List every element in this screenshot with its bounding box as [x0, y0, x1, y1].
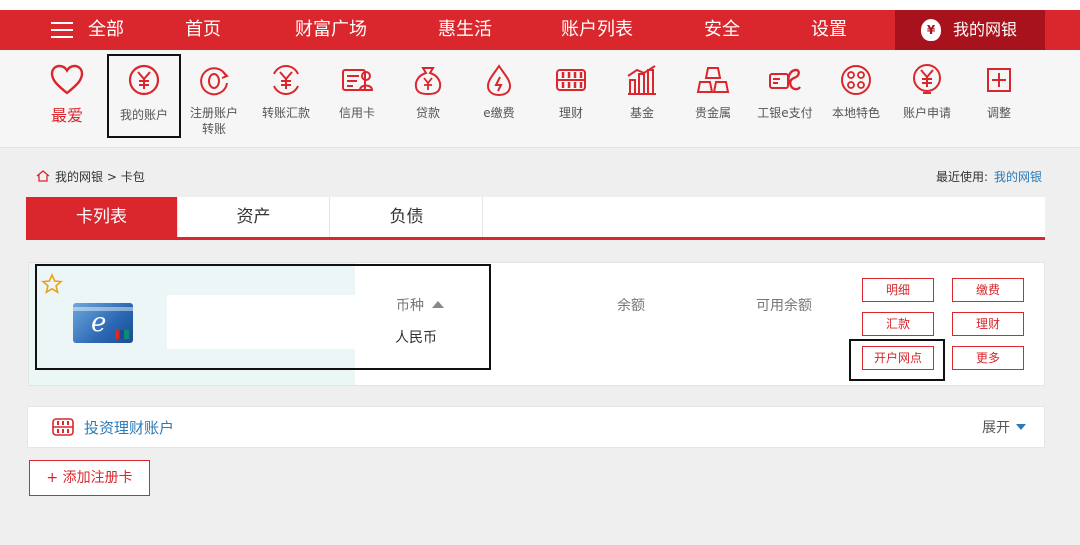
abacus-icon [52, 418, 74, 436]
highlight-branch-button [849, 339, 945, 381]
plus-box-icon [987, 68, 1011, 92]
nav-life[interactable]: 惠生活 [438, 18, 492, 42]
nav-security[interactable]: 安全 [704, 18, 740, 42]
recently-used-link[interactable]: 我的网银 [994, 170, 1042, 184]
card-tabs: 卡列表 资产 负债 [26, 197, 1045, 240]
tab-assets[interactable]: 资产 [178, 197, 330, 237]
nav-settings[interactable]: 设置 [811, 18, 847, 42]
breadcrumb-current: 卡包 [120, 170, 145, 184]
iconbar-item-loan[interactable]: 贷款 [392, 50, 464, 148]
investment-account-title[interactable]: 投资理财账户 [84, 418, 174, 438]
credit-card-icon [342, 69, 374, 91]
abacus-icon [556, 69, 586, 91]
chevron-down-icon [1016, 424, 1026, 430]
details-button[interactable]: 明细 [862, 278, 934, 302]
iconbar-item-credit-card[interactable]: 信用卡 [321, 50, 393, 148]
available-balance-header: 可用余额 [756, 298, 812, 314]
wealth-button[interactable]: 理财 [952, 312, 1024, 336]
iconbar-item-icbc-epay[interactable]: 工银e支付 [749, 50, 821, 148]
yen-apply-icon [913, 64, 941, 94]
more-button[interactable]: 更多 [952, 346, 1024, 370]
iconbar-item-account-apply[interactable]: 账户申请 [891, 50, 963, 148]
iconbar-item-local-features[interactable]: 本地特色 [820, 50, 892, 148]
bar-chart-icon [627, 65, 656, 95]
heart-icon [50, 64, 84, 95]
iconbar-label-2: 转账 [201, 122, 226, 136]
my-ebank-label: 我的网银 [953, 20, 1018, 39]
refresh-coin-icon [200, 67, 229, 96]
iconbar-item-transfer-remit[interactable]: 转账汇款 [250, 50, 322, 148]
add-card-button[interactable]: + 添加注册卡 [29, 460, 150, 496]
nav-home[interactable]: 首页 [185, 18, 221, 42]
remit-button[interactable]: 汇款 [862, 312, 934, 336]
menu-icon[interactable] [51, 22, 73, 40]
iconbar-item-precious-metal[interactable]: 贵金属 [677, 50, 749, 148]
nav-all[interactable]: 全部 [88, 18, 124, 42]
top-nav: 全部 首页 财富广场 惠生活 账户列表 安全 设置 我的网银 [0, 0, 1080, 50]
gold-bars-icon [696, 67, 730, 93]
expand-toggle[interactable]: 展开 [982, 418, 1026, 438]
breadcrumb-separator: > [106, 170, 117, 184]
iconbar-label: 调整 [986, 106, 1011, 120]
recently-used: 最近使用: 我的网银 [936, 169, 1042, 185]
money-bag-icon [921, 19, 941, 41]
iconbar-item-fund[interactable]: 基金 [606, 50, 678, 148]
epay-icon [769, 68, 801, 91]
pay-bills-button[interactable]: 缴费 [952, 278, 1024, 302]
tab-liabilities[interactable]: 负债 [331, 197, 483, 237]
iconbar-item-adjust[interactable]: 调整 [963, 50, 1035, 148]
yen-circle-icon [128, 64, 160, 96]
local-dots-icon [841, 65, 871, 95]
investment-account-row[interactable]: 投资理财账户 展开 [27, 406, 1045, 448]
highlight-card-region [35, 264, 491, 370]
breadcrumb: 我的网银 > 卡包 [36, 169, 145, 185]
water-drop-icon [486, 64, 512, 97]
balance-header: 余额 [617, 298, 645, 314]
iconbar-item-favorites[interactable]: 最爱 [31, 50, 103, 148]
home-icon[interactable] [36, 170, 50, 182]
tab-card-list[interactable]: 卡列表 [26, 197, 178, 237]
iconbar-item-wealth-management[interactable]: 理财 [535, 50, 607, 148]
money-bag-icon [414, 67, 442, 96]
my-ebank-button[interactable]: 我的网银 [895, 10, 1045, 50]
breadcrumb-home[interactable]: 我的网银 [55, 170, 103, 184]
recently-used-label: 最近使用: [935, 170, 988, 184]
yen-arrows-icon [273, 65, 299, 95]
quick-icon-bar: 最爱 我的账户 注册账户 转账 转账汇款 信用卡 贷款 e缴费 理财 基金 贵金… [0, 50, 1080, 148]
nav-account-list[interactable]: 账户列表 [561, 18, 633, 42]
nav-wealth-square[interactable]: 财富广场 [295, 18, 367, 42]
iconbar-item-epay-bills[interactable]: e缴费 [463, 50, 535, 148]
iconbar-item-register-transfer[interactable]: 注册账户 转账 [178, 50, 250, 148]
